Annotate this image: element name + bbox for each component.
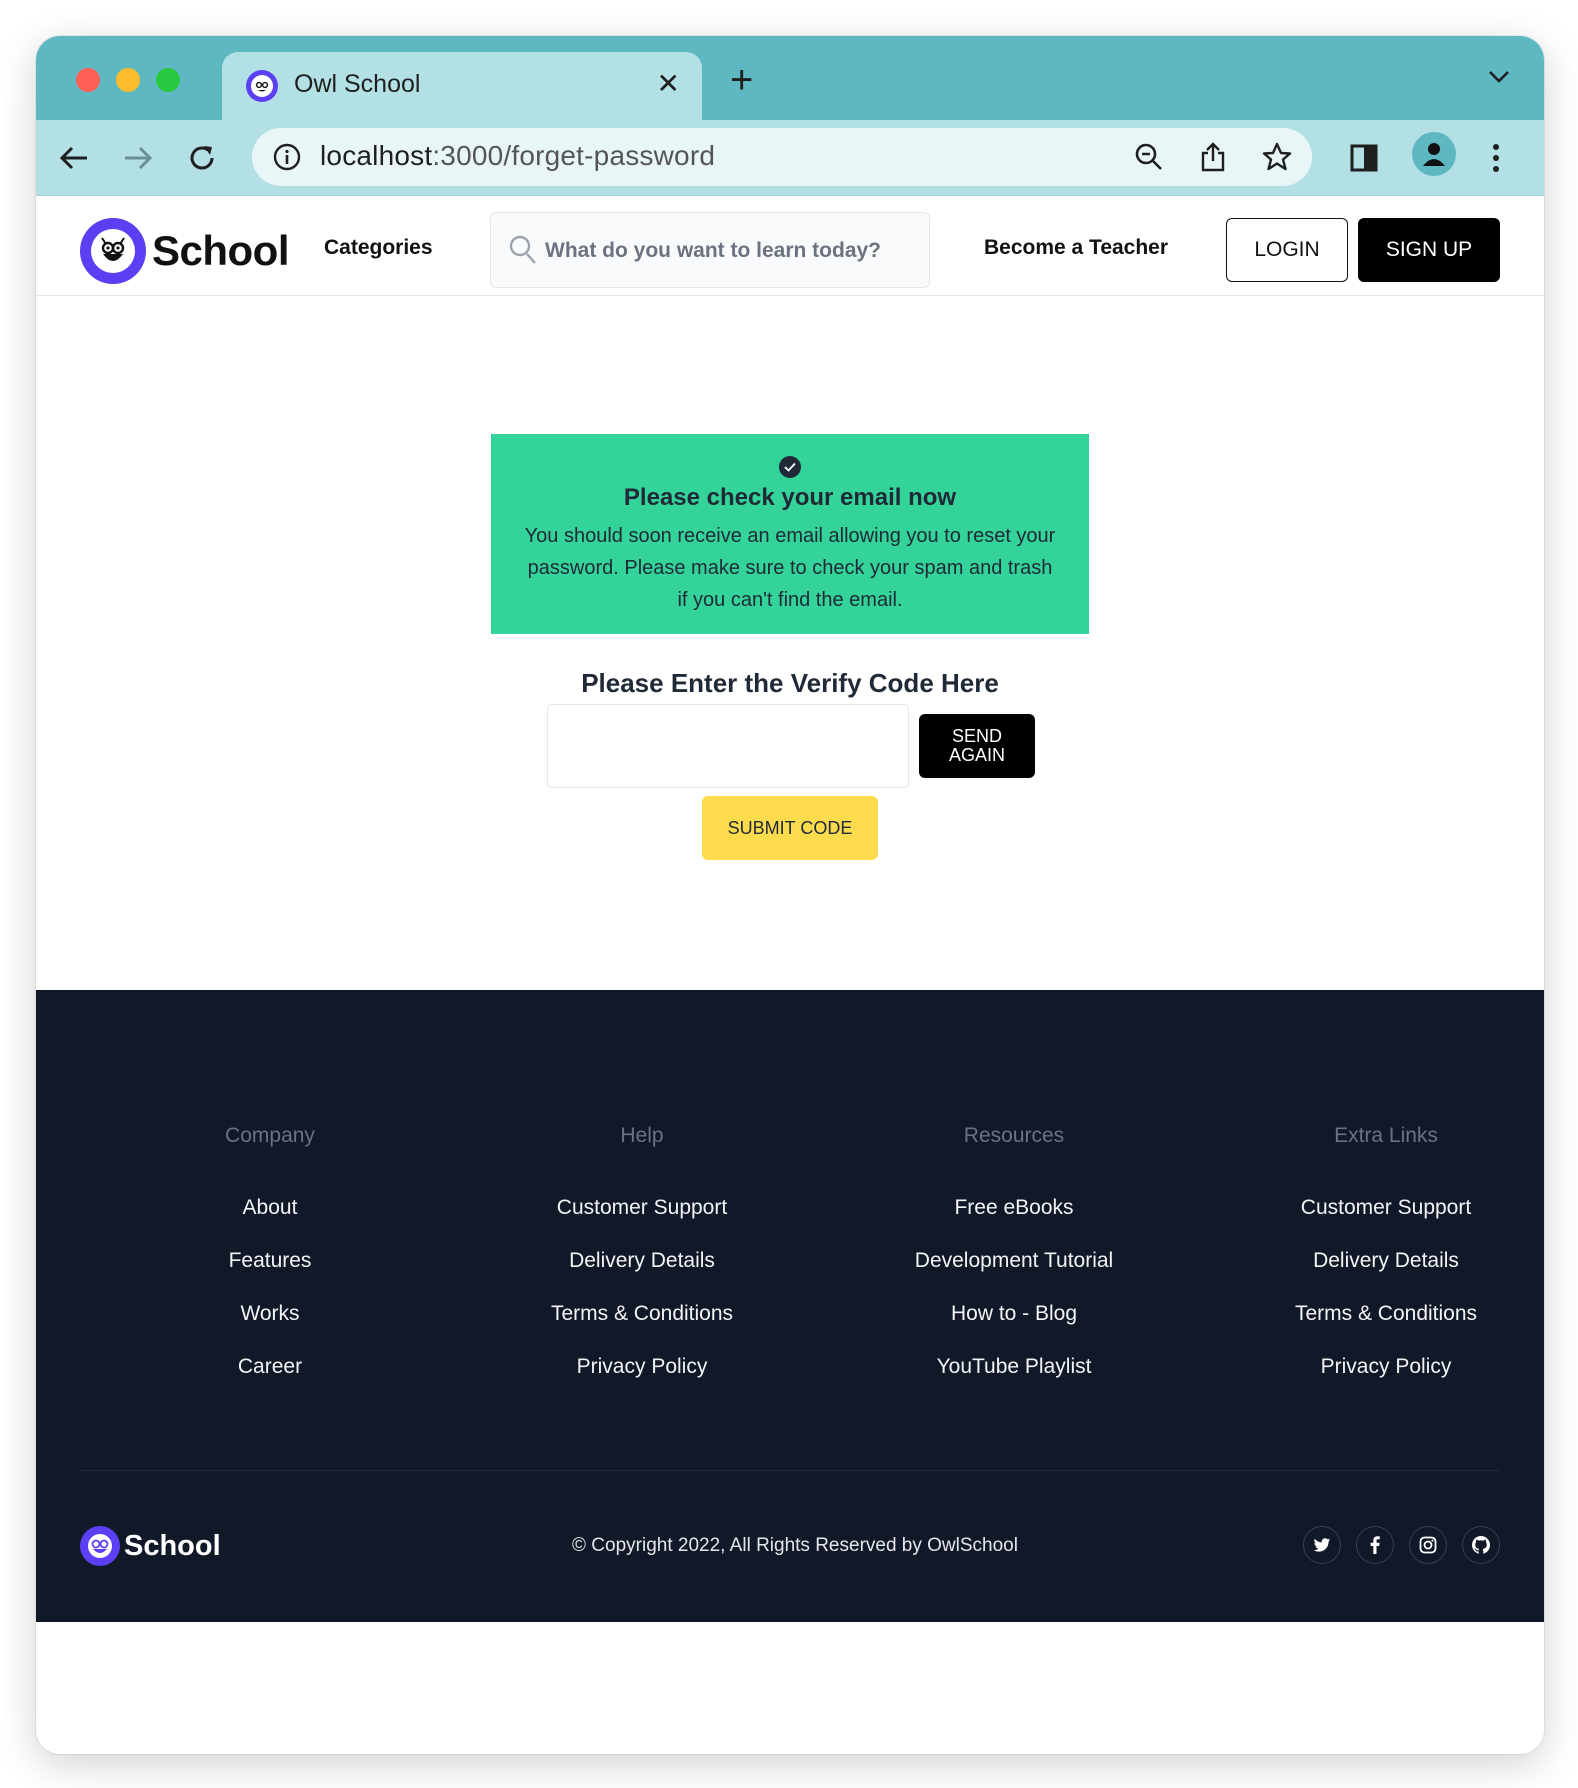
more-menu-icon[interactable] bbox=[1476, 138, 1516, 178]
zoom-out-icon[interactable] bbox=[1134, 142, 1164, 172]
site-footer: Company About Features Works Career Help… bbox=[36, 990, 1544, 1622]
browser-toolbar: localhost:3000/forget-password bbox=[36, 120, 1544, 196]
footer-link-privacy[interactable]: Privacy Policy bbox=[1200, 1353, 1544, 1406]
email-sent-alert: Please check your email now You should s… bbox=[491, 434, 1089, 634]
browser-window: Owl School ✕ + localhost:3000/forget-pas… bbox=[36, 36, 1544, 1754]
footer-link-customer-support[interactable]: Customer Support bbox=[456, 1194, 828, 1247]
footer-column-resources: Resources Free eBooks Development Tutori… bbox=[828, 1124, 1200, 1406]
footer-column-help: Help Customer Support Delivery Details T… bbox=[456, 1124, 828, 1406]
tab-close-icon[interactable]: ✕ bbox=[657, 68, 680, 100]
logo-text: School bbox=[152, 227, 290, 274]
footer-link-about[interactable]: About bbox=[84, 1194, 456, 1247]
footer-heading: Extra Links bbox=[1334, 1124, 1438, 1147]
owl-logo-icon bbox=[80, 218, 146, 284]
title-bar: Owl School ✕ + bbox=[36, 36, 1544, 122]
nav-become-teacher[interactable]: Become a Teacher bbox=[984, 236, 1168, 260]
footer-link-terms[interactable]: Terms & Conditions bbox=[1200, 1300, 1544, 1353]
profile-avatar-icon[interactable] bbox=[1412, 132, 1456, 176]
footer-link-delivery-details[interactable]: Delivery Details bbox=[456, 1247, 828, 1300]
footer-link-delivery-details[interactable]: Delivery Details bbox=[1200, 1247, 1544, 1300]
footer-column-extra-links: Extra Links Customer Support Delivery De… bbox=[1200, 1124, 1544, 1406]
forward-arrow-icon[interactable] bbox=[118, 138, 158, 178]
footer-link-customer-support[interactable]: Customer Support bbox=[1200, 1194, 1544, 1247]
alert-title: Please check your email now bbox=[623, 484, 957, 511]
new-tab-button[interactable]: + bbox=[730, 60, 753, 100]
footer-link-works[interactable]: Works bbox=[84, 1300, 456, 1353]
bookmark-star-icon[interactable] bbox=[1262, 142, 1292, 172]
footer-link-terms[interactable]: Terms & Conditions bbox=[456, 1300, 828, 1353]
search-input[interactable] bbox=[545, 231, 915, 271]
url-text[interactable]: localhost:3000/forget-password bbox=[320, 140, 715, 172]
footer-link-dev-tutorial[interactable]: Development Tutorial bbox=[828, 1247, 1200, 1300]
site-logo[interactable]: School bbox=[80, 218, 290, 284]
footer-heading: Resources bbox=[963, 1124, 1065, 1147]
tab-title: Owl School bbox=[294, 70, 421, 98]
footer-link-youtube[interactable]: YouTube Playlist bbox=[828, 1353, 1200, 1406]
side-panel-icon[interactable] bbox=[1344, 138, 1384, 178]
url-path: :3000/forget-password bbox=[432, 140, 716, 171]
login-button[interactable]: LOGIN bbox=[1226, 218, 1348, 282]
facebook-icon[interactable] bbox=[1356, 1526, 1394, 1564]
site-header: School Categories Become a Teacher LOGIN… bbox=[36, 196, 1544, 296]
close-window-button[interactable] bbox=[76, 68, 100, 92]
back-arrow-icon[interactable] bbox=[54, 138, 94, 178]
footer-divider bbox=[80, 1470, 1500, 1471]
reload-icon[interactable] bbox=[182, 138, 222, 178]
footer-column-company: Company About Features Works Career bbox=[84, 1124, 456, 1406]
alert-body: You should soon receive an email allowin… bbox=[524, 525, 1056, 611]
signup-button[interactable]: SIGN UP bbox=[1358, 218, 1500, 282]
verify-code-input[interactable] bbox=[547, 704, 909, 788]
footer-link-free-ebooks[interactable]: Free eBooks bbox=[828, 1194, 1200, 1247]
submit-code-button[interactable]: SUBMIT CODE bbox=[702, 796, 878, 860]
footer-link-privacy[interactable]: Privacy Policy bbox=[456, 1353, 828, 1406]
site-info-icon[interactable] bbox=[272, 142, 302, 177]
search-icon bbox=[509, 235, 537, 270]
url-host: localhost bbox=[320, 140, 433, 171]
github-icon[interactable] bbox=[1462, 1526, 1500, 1564]
share-icon[interactable] bbox=[1198, 142, 1228, 172]
owl-favicon-icon bbox=[246, 70, 278, 102]
social-links bbox=[1303, 1526, 1500, 1564]
footer-link-features[interactable]: Features bbox=[84, 1247, 456, 1300]
maximize-window-button[interactable] bbox=[156, 68, 180, 92]
browser-tab[interactable]: Owl School ✕ bbox=[222, 52, 702, 122]
search-box[interactable] bbox=[490, 212, 930, 288]
chevron-down-icon[interactable] bbox=[1488, 70, 1510, 89]
twitter-icon[interactable] bbox=[1303, 1526, 1341, 1564]
send-again-button[interactable]: SEND AGAIN bbox=[919, 714, 1035, 778]
footer-heading: Company bbox=[225, 1124, 315, 1147]
footer-link-blog[interactable]: How to - Blog bbox=[828, 1300, 1200, 1353]
address-bar[interactable]: localhost:3000/forget-password bbox=[252, 128, 1312, 186]
verify-code-heading: Please Enter the Verify Code Here bbox=[581, 668, 999, 698]
footer-link-career[interactable]: Career bbox=[84, 1353, 456, 1406]
nav-categories[interactable]: Categories bbox=[324, 236, 433, 260]
instagram-icon[interactable] bbox=[1409, 1526, 1447, 1564]
footer-heading: Help bbox=[620, 1124, 664, 1147]
check-circle-icon bbox=[779, 456, 801, 478]
minimize-window-button[interactable] bbox=[116, 68, 140, 92]
